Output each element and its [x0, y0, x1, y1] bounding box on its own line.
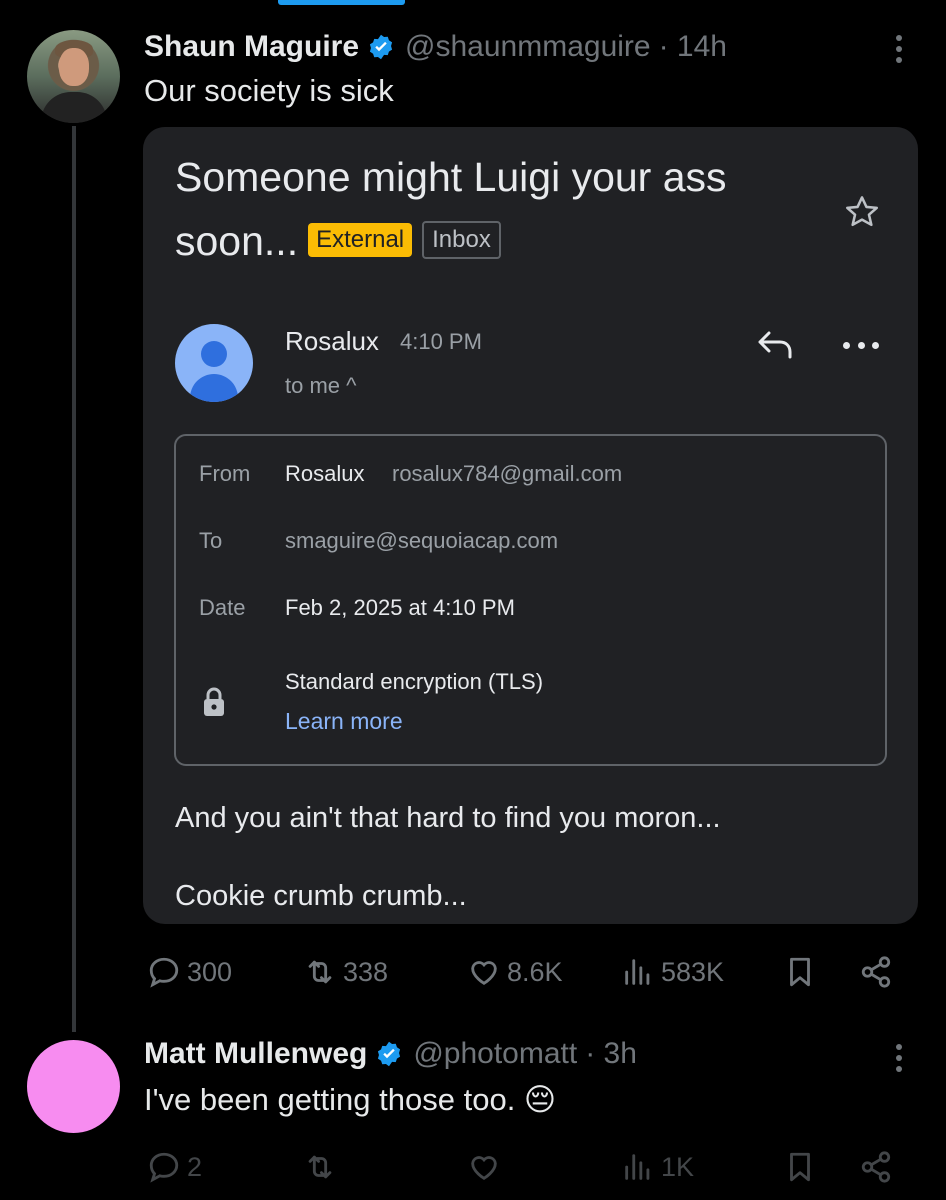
retweet-button[interactable] — [303, 1147, 337, 1187]
tweet-more-icon[interactable] — [886, 31, 912, 67]
tweet-actions: 300 338 8.6K 583K — [147, 952, 907, 992]
thread-connector-line — [72, 126, 76, 1032]
bookmark-button[interactable] — [783, 952, 817, 992]
share-icon — [861, 1151, 891, 1183]
tweet-header: Matt Mullenweg @photomatt · 3h — [144, 1036, 637, 1072]
external-label: External — [308, 223, 413, 258]
email-subject: Someone might Luigi your ass soon... Exte… — [175, 154, 727, 264]
retweet-count: 338 — [343, 956, 389, 987]
share-button[interactable] — [859, 952, 893, 992]
from-name: Rosalux — [285, 461, 365, 486]
reply-icon — [758, 331, 792, 359]
reply-bubble-icon — [149, 957, 179, 988]
learn-more-link: Learn more — [285, 708, 403, 734]
author-name[interactable]: Shaun Maguire — [144, 30, 359, 64]
to-label: To — [199, 528, 223, 553]
avatar-shaun-maguire[interactable] — [27, 30, 120, 123]
bookmark-button[interactable] — [783, 1147, 817, 1187]
reply-count: 300 — [187, 956, 233, 987]
share-icon — [861, 956, 891, 988]
tweet-text: I've been getting those too. 😔 — [144, 1082, 557, 1117]
heart-icon — [471, 1156, 497, 1180]
email-body-line-1: And you ain't that hard to find you moro… — [175, 802, 721, 834]
like-count: 8.6K — [507, 956, 563, 987]
author-handle[interactable]: @photomatt — [413, 1037, 577, 1071]
author-handle[interactable]: @shaunmmaguire — [405, 30, 651, 64]
tweet-header: Shaun Maguire @shaunmmaguire · 14h — [144, 29, 727, 65]
from-email: rosalux784@gmail.com — [392, 461, 623, 486]
star-icon — [846, 196, 878, 227]
reply-count: 2 — [187, 1151, 203, 1182]
views-chart-icon — [625, 1154, 650, 1180]
verified-badge-icon — [369, 34, 393, 60]
recipient-summary: to me ^ — [285, 373, 357, 398]
tweet-more-icon[interactable] — [886, 1040, 912, 1076]
retweet-icon — [308, 1155, 332, 1179]
scroll-indicator — [278, 0, 405, 5]
tweet-text: Our society is sick — [144, 73, 394, 108]
reply-button[interactable]: 300 — [147, 952, 232, 992]
bookmark-icon — [790, 957, 810, 987]
reply-button[interactable]: 2 — [147, 1147, 202, 1187]
inbox-label: Inbox — [422, 221, 501, 260]
avatar-matt-mullenweg[interactable] — [27, 1040, 120, 1133]
from-label: From — [199, 461, 251, 486]
verified-badge-icon — [378, 1041, 401, 1067]
sender-name: Rosalux — [285, 326, 379, 356]
retweet-icon — [308, 960, 332, 984]
sender-avatar — [175, 324, 253, 402]
tweet-timestamp[interactable]: · 14h — [659, 30, 727, 64]
heart-icon — [471, 961, 497, 985]
tweet-actions: 2 1K — [147, 1147, 907, 1187]
share-button[interactable] — [859, 1147, 893, 1187]
to-value: smaguire@sequoiacap.com — [285, 528, 559, 553]
like-button[interactable]: 8.6K — [467, 952, 563, 992]
email-time: 4:10 PM — [400, 329, 482, 354]
view-count: 1K — [661, 1151, 695, 1182]
tweet-timestamp[interactable]: · 3h — [585, 1037, 637, 1071]
lock-icon — [204, 687, 224, 716]
retweet-button[interactable]: 338 — [303, 952, 388, 992]
like-button[interactable] — [467, 1147, 501, 1187]
date-value: Feb 2, 2025 at 4:10 PM — [285, 595, 515, 620]
views-button[interactable]: 583K — [621, 952, 724, 992]
author-name[interactable]: Matt Mullenweg — [144, 1037, 367, 1071]
view-count: 583K — [661, 956, 725, 987]
email-body-line-2: Cookie crumb crumb... — [175, 880, 467, 912]
attached-image-email-screenshot[interactable]: Someone might Luigi your ass soon... Exte… — [143, 127, 918, 924]
views-button[interactable]: 1K — [621, 1147, 694, 1187]
bookmark-icon — [790, 1152, 810, 1182]
date-label: Date — [199, 595, 246, 620]
reply-bubble-icon — [149, 1152, 179, 1183]
views-chart-icon — [625, 959, 650, 985]
email-more-icon — [843, 339, 879, 351]
email-details-box: From Rosalux rosalux784@gmail.com To sma… — [174, 434, 887, 766]
encryption-text: Standard encryption (TLS) — [285, 669, 544, 694]
